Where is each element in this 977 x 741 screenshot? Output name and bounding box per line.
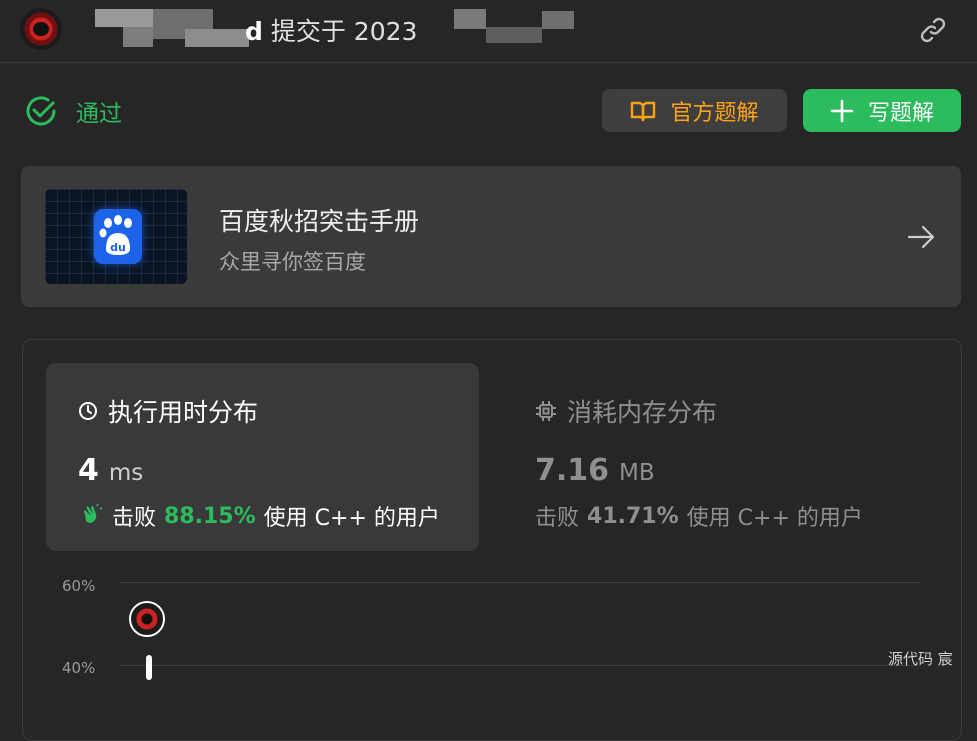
user-avatar[interactable] [20,8,62,50]
promo-subtitle: 众里寻你签百度 [219,250,366,274]
arrow-right-icon[interactable] [906,222,936,252]
promo-thumbnail: du [45,189,187,284]
redacted-time [542,11,574,29]
official-solution-button[interactable]: 官方题解 [602,89,787,132]
clap-icon [84,504,103,523]
user-position-bar[interactable] [146,655,152,680]
grid-line [120,665,920,666]
redacted-time [486,27,542,43]
official-solution-label: 官方题解 [670,100,759,126]
write-solution-label: 写题解 [867,100,934,126]
memory-title[interactable]: 消耗内存分布 [535,393,717,429]
redacted-time [454,9,486,29]
plus-icon [830,99,854,122]
y-tick-label: 60% [62,577,96,595]
source-code-label[interactable]: 源代码 宸 [888,648,953,669]
redacted-username [123,27,153,47]
memory-beat: 击败 41.71% 使用 C++ 的用户 [535,503,863,532]
user-position-avatar[interactable] [129,601,165,637]
check-circle-icon [26,96,56,126]
svg-text:du: du [110,241,126,254]
baidu-logo-icon: du [94,209,142,264]
promo-title: 百度秋招突击手册 [219,207,420,236]
redacted-username [95,9,153,27]
promo-card[interactable]: du 百度秋招突击手册 众里寻你签百度 [21,166,961,307]
submission-header: d 提交于 2023 [0,0,977,63]
clock-icon [79,402,97,420]
runtime-value: 4 ms [78,453,144,488]
submission-info: d 提交于 2023 [245,17,418,46]
runtime-title: 执行用时分布 [78,393,258,429]
status-label: 通过 [76,101,122,127]
redacted-username [185,29,249,47]
grid-line [120,582,920,583]
link-icon[interactable] [917,14,949,46]
chip-icon [536,401,556,421]
runtime-beat: 击败 88.15% 使用 C++ 的用户 [80,500,440,532]
submission-status: 通过 [24,93,122,129]
y-tick-label: 40% [62,659,96,677]
write-solution-button[interactable]: 写题解 [803,89,961,132]
book-icon [631,101,656,121]
memory-value: 7.16 MB [535,453,655,488]
